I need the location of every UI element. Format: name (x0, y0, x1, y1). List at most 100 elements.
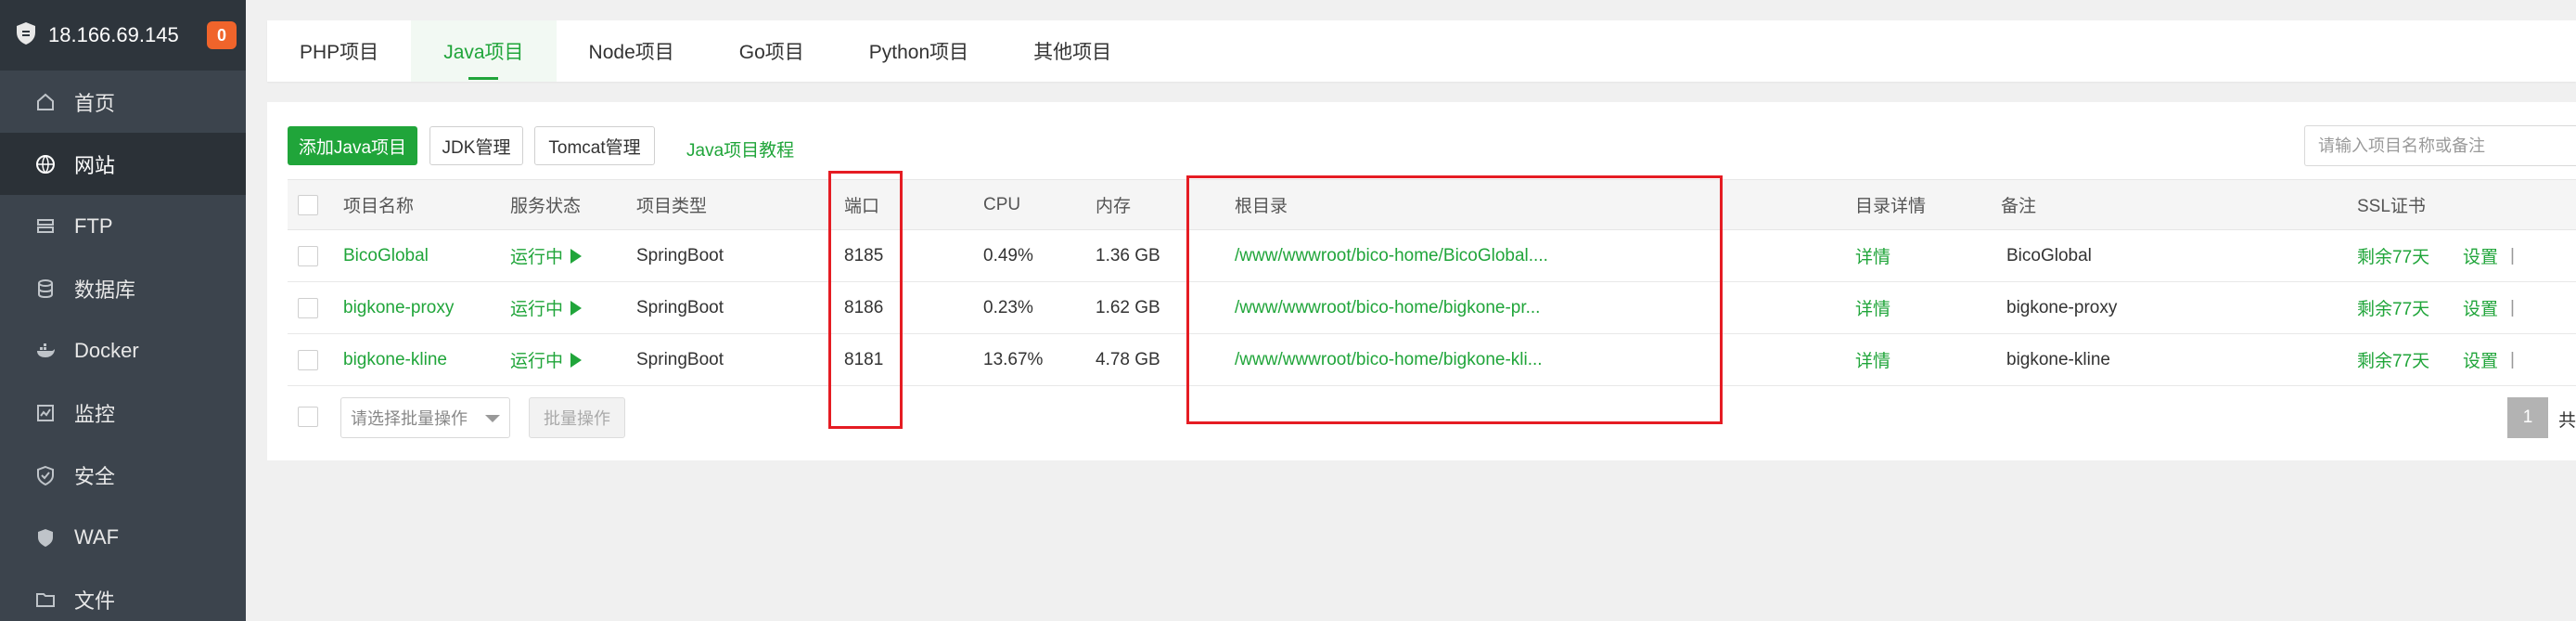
tab-python[interactable]: Python项目 (837, 20, 1001, 82)
sidebar-item-monitor[interactable]: 监控 (0, 382, 246, 444)
remark-value[interactable]: bigkone-proxy (2006, 282, 2117, 333)
row-checkbox[interactable] (298, 297, 318, 318)
project-name-link[interactable]: BicoGlobal (343, 230, 429, 281)
project-name-link[interactable]: bigkone-kline (343, 334, 447, 385)
add-java-project-button[interactable]: 添加Java项目 (288, 126, 417, 165)
detail-link[interactable]: 详情 (1855, 334, 1890, 385)
project-type: SpringBoot (636, 297, 724, 317)
project-tabs: PHP项目 Java项目 Node项目 Go项目 Python项目 其他项目 (267, 20, 2576, 82)
settings-link[interactable]: 设置 (2463, 230, 2498, 281)
footer-select-all-checkbox[interactable] (298, 407, 318, 427)
sidebar-item-website[interactable]: 网站 (0, 133, 246, 195)
settings-link[interactable]: 设置 (2463, 282, 2498, 333)
server-shield-icon (15, 21, 37, 50)
remark-value[interactable]: BicoGlobal (2006, 230, 2092, 281)
project-type: SpringBoot (636, 245, 724, 265)
database-icon (33, 277, 58, 301)
ftp-icon (33, 214, 58, 239)
ssl-status-link[interactable]: 剩余77天 (2357, 230, 2429, 281)
project-name-link[interactable]: bigkone-proxy (343, 282, 454, 333)
server-host: 18.166.69.145 (48, 23, 179, 46)
sidebar-item-label: FTP (74, 213, 113, 238)
ssl-status-link[interactable]: 剩余77天 (2357, 334, 2429, 385)
docker-icon (33, 339, 58, 363)
play-icon (570, 300, 583, 316)
col-mem[interactable]: 内存 (1096, 180, 1131, 229)
sidebar-item-waf[interactable]: WAF (0, 506, 246, 568)
mem-value: 4.78 GB (1096, 349, 1160, 369)
sidebar-item-docker[interactable]: Docker (0, 319, 246, 382)
select-all-checkbox[interactable] (298, 194, 318, 215)
home-icon (33, 90, 58, 114)
tab-java[interactable]: Java项目 (411, 20, 557, 82)
port-highlight-box (828, 171, 903, 429)
cpu-value: 13.67% (983, 349, 1044, 369)
cpu-value: 0.49% (983, 245, 1033, 265)
detail-link[interactable]: 详情 (1855, 230, 1890, 281)
server-header: 18.166.69.145 0 (0, 0, 246, 71)
tab-php[interactable]: PHP项目 (267, 20, 411, 82)
java-tutorial-link[interactable]: Java项目教程 (686, 136, 794, 162)
action-separator: | (2510, 349, 2515, 369)
globe-icon (33, 152, 58, 176)
remark-value[interactable]: bigkone-kline (2006, 334, 2110, 385)
batch-operation-select[interactable]: 请选择批量操作 (340, 397, 510, 438)
cpu-value: 0.23% (983, 297, 1033, 317)
sidebar-item-label: 文件 (74, 589, 116, 613)
sidebar-item-label: 网站 (74, 153, 116, 177)
sidebar-item-label: 安全 (74, 464, 116, 488)
col-name[interactable]: 项目名称 (343, 180, 414, 229)
sidebar-item-database[interactable]: 数据库 (0, 257, 246, 319)
jdk-manage-button[interactable]: JDK管理 (429, 126, 523, 165)
status-text: 运行中 (510, 248, 564, 267)
page-number-button[interactable]: 1 (2507, 397, 2548, 438)
tab-go[interactable]: Go项目 (707, 20, 837, 82)
project-type: SpringBoot (636, 349, 724, 369)
detail-link[interactable]: 详情 (1855, 282, 1890, 333)
tab-node[interactable]: Node项目 (557, 20, 707, 82)
notification-badge[interactable]: 0 (207, 21, 237, 49)
tab-other[interactable]: 其他项目 (1001, 20, 1144, 82)
settings-link[interactable]: 设置 (2463, 334, 2498, 385)
sidebar-item-label: WAF (74, 524, 120, 549)
row-checkbox[interactable] (298, 245, 318, 266)
col-status[interactable]: 服务状态 (510, 180, 581, 229)
col-detail: 目录详情 (1855, 197, 1927, 216)
waf-shield-icon (33, 525, 58, 550)
status-toggle[interactable]: 运行中 (510, 230, 583, 281)
sidebar-item-label: 数据库 (74, 278, 136, 302)
chevron-down-icon (485, 415, 500, 422)
ssl-status-link[interactable]: 剩余77天 (2357, 282, 2429, 333)
col-type: 项目类型 (636, 197, 708, 216)
col-cpu[interactable]: CPU (983, 180, 1020, 229)
row-checkbox[interactable] (298, 349, 318, 370)
sidebar-item-files[interactable]: 文件 (0, 568, 246, 621)
shield-icon (33, 463, 58, 487)
sidebar-item-home[interactable]: 首页 (0, 71, 246, 133)
tomcat-manage-button[interactable]: Tomcat管理 (534, 126, 655, 165)
play-icon (570, 248, 583, 264)
status-text: 运行中 (510, 300, 564, 319)
monitor-icon (33, 401, 58, 425)
action-separator: | (2510, 297, 2515, 317)
batch-operation-button[interactable]: 批量操作 (529, 397, 625, 438)
root-path-highlight-box (1186, 175, 1723, 424)
page-total-text: 共 (2558, 411, 2576, 431)
sidebar-item-ftp[interactable]: FTP (0, 195, 246, 257)
status-toggle[interactable]: 运行中 (510, 334, 583, 385)
sidebar-item-label: 首页 (74, 91, 116, 115)
batch-select-value: 请选择批量操作 (351, 409, 468, 428)
sidebar: 18.166.69.145 0 首页 网站 FTP 数据库 Docker 监控 … (0, 0, 246, 621)
sidebar-item-label: 监控 (74, 402, 116, 426)
folder-icon (33, 588, 58, 612)
status-toggle[interactable]: 运行中 (510, 282, 583, 333)
status-text: 运行中 (510, 352, 564, 371)
col-remark: 备注 (2001, 197, 2037, 216)
search-input[interactable] (2304, 125, 2576, 166)
sidebar-item-security[interactable]: 安全 (0, 444, 246, 506)
mem-value: 1.62 GB (1096, 297, 1160, 317)
mem-value: 1.36 GB (1096, 245, 1160, 265)
col-ssl: SSL证书 (2357, 197, 2426, 216)
action-separator: | (2510, 245, 2515, 265)
sidebar-item-label: Docker (74, 338, 139, 362)
